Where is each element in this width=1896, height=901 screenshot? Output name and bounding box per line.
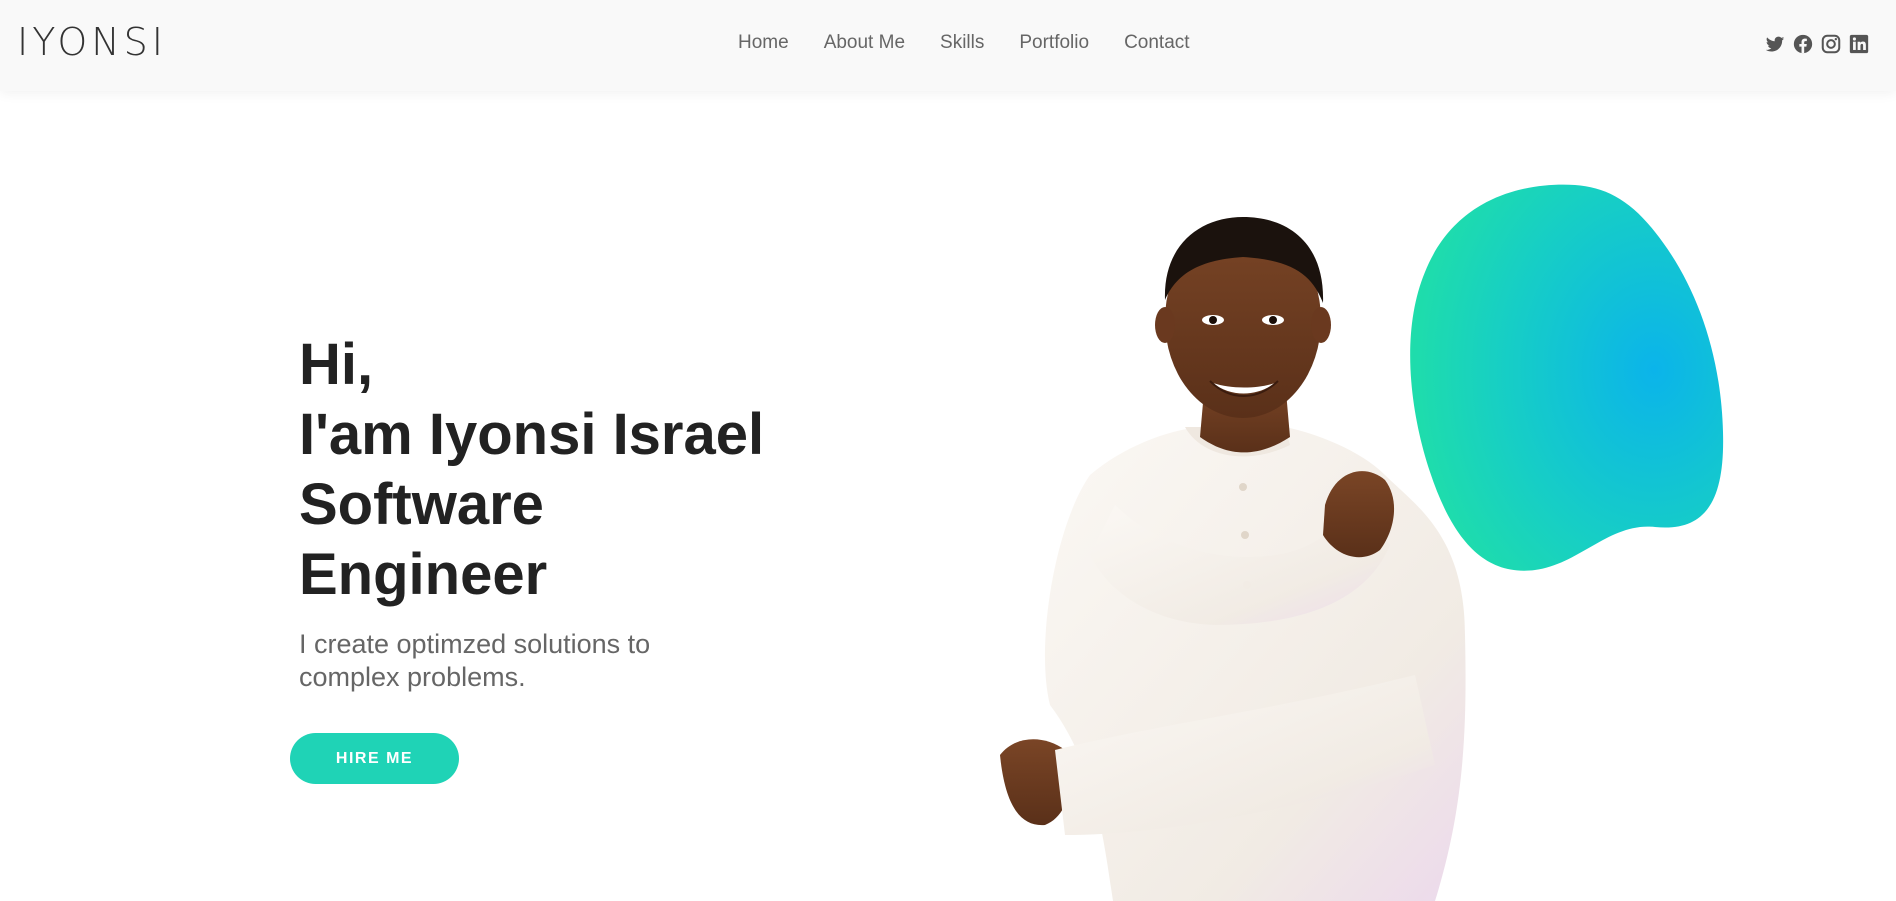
page: IYONSI Home About Me Skills Portfolio Co…	[0, 0, 1896, 901]
hero-section: Hi, I'am Iyonsi Israel Software Engineer…	[299, 330, 859, 694]
nav-skills[interactable]: Skills	[940, 32, 984, 54]
hero-role-line-1: Software	[299, 472, 544, 537]
profile-portrait	[1000, 217, 1466, 901]
facebook-icon[interactable]	[1792, 33, 1814, 55]
site-header: IYONSI Home About Me Skills Portfolio Co…	[0, 0, 1896, 91]
instagram-icon[interactable]	[1820, 33, 1842, 55]
linkedin-icon[interactable]	[1848, 33, 1870, 55]
hero-greeting: Hi,	[299, 332, 374, 397]
hero-role-line-2: Engineer	[299, 542, 548, 607]
main-nav: Home About Me Skills Portfolio Contact	[738, 32, 1190, 54]
nav-contact[interactable]: Contact	[1124, 32, 1189, 54]
nav-portfolio[interactable]: Portfolio	[1019, 32, 1089, 54]
hire-me-button[interactable]: HIRE ME	[290, 733, 459, 784]
hero-heading: Hi, I'am Iyonsi Israel Software Engineer	[299, 330, 859, 610]
social-links	[1764, 33, 1870, 55]
nav-home[interactable]: Home	[738, 32, 789, 54]
twitter-icon[interactable]	[1764, 33, 1786, 55]
hero-tagline: I create optimzed solutions to complex p…	[299, 629, 651, 692]
nav-about-me[interactable]: About Me	[824, 32, 905, 54]
hero-name: I'am Iyonsi Israel	[299, 402, 765, 467]
logo[interactable]: IYONSI	[17, 20, 167, 64]
